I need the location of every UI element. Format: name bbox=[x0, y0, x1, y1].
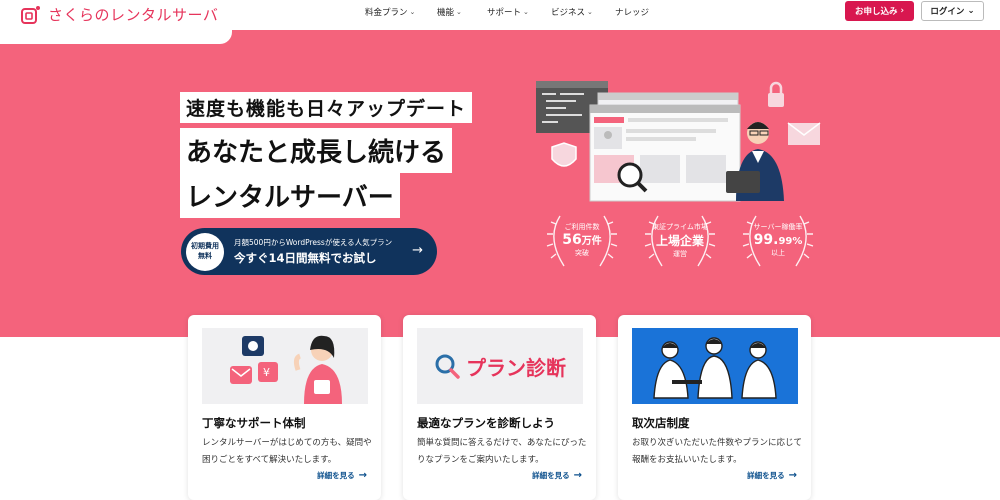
award-label: 東証プライム市場 bbox=[652, 222, 708, 231]
site-header: さくらのレンタルサーバ 料金プラン ⌄ 機能 ⌄ サポート ⌄ ビジネス ⌄ ナ… bbox=[0, 0, 1000, 30]
card-description: レンタルサーバーがはじめての方も、疑問や困りごとをすべて解決いたします。 bbox=[202, 438, 372, 465]
chevron-down-icon: ⌄ bbox=[456, 8, 462, 16]
nav-item-label: 機能 bbox=[437, 8, 455, 18]
card-detail-label: 詳細を見る bbox=[317, 471, 355, 480]
award-caption: 突破 bbox=[575, 249, 589, 257]
chevron-down-icon: ⌄ bbox=[967, 6, 975, 16]
chevron-right-icon: › bbox=[900, 6, 905, 16]
card-detail-label: 詳細を見る bbox=[747, 471, 785, 480]
support-illustration: ¥ bbox=[202, 328, 368, 404]
card-title: 取次店制度 bbox=[632, 416, 690, 430]
chevron-down-icon: ⌄ bbox=[523, 8, 529, 16]
nav-item-knowledge[interactable]: ナレッジ bbox=[615, 6, 665, 18]
card-title: 丁寧なサポート体制 bbox=[202, 416, 306, 430]
cta-main-text: 今すぐ14日間無料でお試し bbox=[234, 251, 377, 265]
apply-label: お申し込み bbox=[854, 7, 898, 17]
cta-subtext: 月額500円からWordPressが使える人気プラン bbox=[234, 238, 393, 247]
hero-headline-line2: レンタルサーバー bbox=[180, 173, 400, 218]
login-label: ログイン bbox=[930, 7, 965, 17]
badge-line2: 無料 bbox=[198, 251, 212, 260]
award-listed-company: 東証プライム市場 上場企業 運営 bbox=[638, 208, 722, 272]
arrow-right-icon: → bbox=[412, 243, 423, 258]
arrow-right-icon: → bbox=[358, 470, 367, 481]
card-description: 簡単な質問に答えるだけで、あなたにぴったりなプランをご案内いたします。 bbox=[417, 438, 587, 465]
logo-text: さくらのレンタルサーバ bbox=[48, 6, 219, 24]
award-caption: 運営 bbox=[673, 249, 687, 258]
nav-item-label: ナレッジ bbox=[615, 8, 650, 18]
feature-cards: ¥ 丁寧なサポート体制 レンタルサーバーがはじめての方も、疑問や困りごとをすべて… bbox=[188, 315, 811, 500]
hero-section bbox=[0, 30, 1000, 337]
hero-tagline: 速度も機能も日々アップデート bbox=[180, 92, 473, 123]
business-team-illustration bbox=[632, 328, 798, 404]
search-icon bbox=[435, 354, 460, 379]
nav-item-features[interactable]: 機能 ⌄ bbox=[437, 6, 487, 18]
nav-item-label: サポート bbox=[487, 8, 522, 18]
card-detail-link[interactable]: 詳細を見る → bbox=[532, 470, 582, 481]
card-plan-diagnosis[interactable]: プラン診断 最適なプランを診断しよう 簡単な質問に答えるだけで、あなたにぴったり… bbox=[403, 315, 596, 500]
chevron-down-icon: ⌄ bbox=[409, 8, 416, 16]
card-agency-program[interactable]: 取次店制度 お取り次ぎいただいた件数やプランに応じて報酬をお支払いいたします。 … bbox=[618, 315, 811, 500]
nav-item-plans[interactable]: 料金プラン ⌄ bbox=[365, 6, 437, 18]
award-caption: 以上 bbox=[771, 249, 785, 257]
plan-diagnosis-banner: プラン診断 bbox=[417, 328, 583, 404]
award-label: サーバー稼働率 bbox=[753, 223, 803, 231]
awards-row: ご利用件数 56万件 突破 東証プライム市場 上場企業 運営 サーバー稼働率 9… bbox=[540, 208, 820, 272]
award-usage-count: ご利用件数 56万件 突破 bbox=[540, 208, 624, 272]
card-detail-link[interactable]: 詳細を見る → bbox=[317, 470, 367, 481]
award-number: 99. bbox=[753, 232, 779, 248]
main-nav: 料金プラン ⌄ 機能 ⌄ サポート ⌄ ビジネス ⌄ ナレッジ bbox=[365, 6, 665, 18]
free-trial-cta-button[interactable]: 初期費用 無料 月額500円からWordPressが使える人気プラン 今すぐ14… bbox=[181, 228, 437, 275]
award-unit: 万件 bbox=[581, 236, 602, 247]
nav-item-support[interactable]: サポート ⌄ bbox=[487, 6, 551, 18]
hero-illustration bbox=[530, 75, 830, 205]
svg-text:¥: ¥ bbox=[263, 366, 270, 379]
award-value: 上場企業 bbox=[655, 233, 704, 248]
award-number: 56 bbox=[562, 232, 582, 248]
site-logo[interactable]: さくらのレンタルサーバ bbox=[20, 4, 218, 25]
award-uptime: サーバー稼働率 99.99% 以上 bbox=[736, 208, 820, 272]
award-unit: 99% bbox=[778, 236, 803, 247]
award-value: 99.99% bbox=[754, 232, 803, 248]
arrow-right-icon: → bbox=[573, 470, 582, 481]
nav-item-label: ビジネス bbox=[551, 8, 586, 18]
award-label: ご利用件数 bbox=[564, 223, 600, 231]
chevron-down-icon: ⌄ bbox=[587, 8, 593, 16]
login-button[interactable]: ログイン ⌄ bbox=[921, 1, 984, 21]
card-detail-link[interactable]: 詳細を見る → bbox=[747, 470, 797, 481]
arrow-right-icon: → bbox=[788, 470, 797, 481]
nav-item-label: 料金プラン bbox=[365, 8, 408, 18]
card-title: 最適なプランを診断しよう bbox=[417, 416, 555, 430]
apply-button[interactable]: お申し込み › bbox=[845, 1, 914, 21]
card-support[interactable]: ¥ 丁寧なサポート体制 レンタルサーバーがはじめての方も、疑問や困りごとをすべて… bbox=[188, 315, 381, 500]
free-setup-badge: 初期費用 無料 bbox=[186, 232, 224, 271]
award-value: 56万件 bbox=[562, 232, 601, 248]
card-description: お取り次ぎいただいた件数やプランに応じて報酬をお支払いいたします。 bbox=[632, 438, 803, 465]
badge-line1: 初期費用 bbox=[191, 242, 219, 251]
nav-item-business[interactable]: ビジネス ⌄ bbox=[551, 6, 615, 18]
plan-diagnosis-banner-text: プラン診断 bbox=[466, 355, 566, 380]
card-detail-label: 詳細を見る bbox=[532, 471, 570, 480]
hero-headline-line1: あなたと成長し続ける bbox=[180, 128, 453, 173]
sakura-logo-icon bbox=[20, 5, 42, 25]
